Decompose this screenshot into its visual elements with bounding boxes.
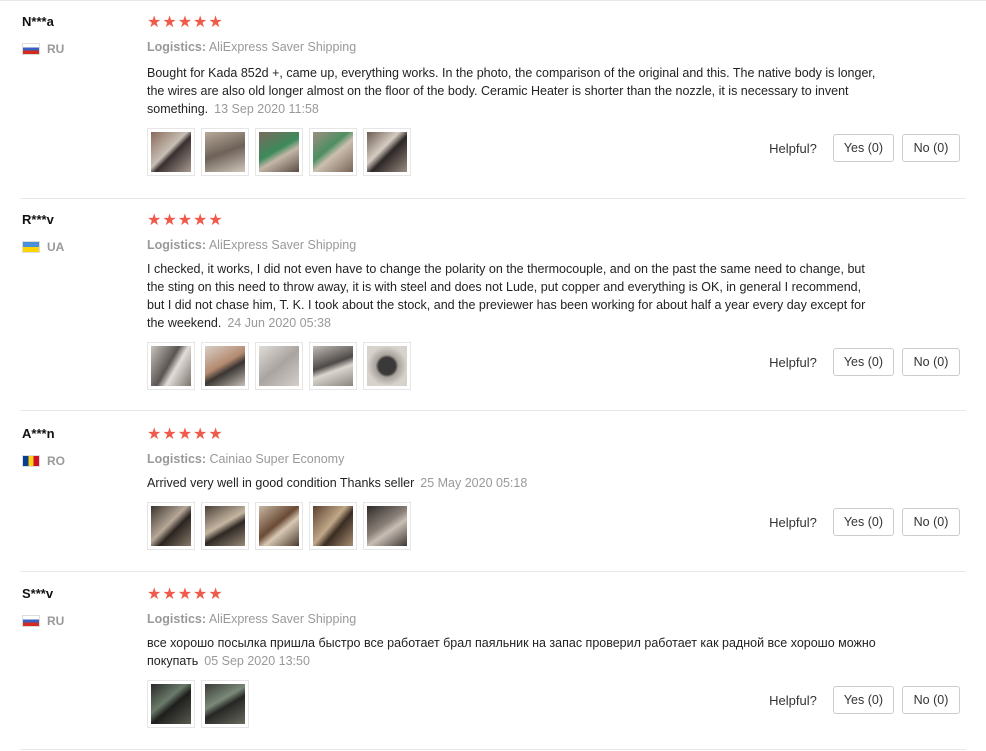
helpful-label: Helpful? xyxy=(769,354,817,370)
helpful-no-button[interactable]: No (0) xyxy=(902,134,960,162)
flag-ru-icon xyxy=(22,43,40,55)
review-item: A***n RO ★★★★★ Logistics: Cainiao Super … xyxy=(0,412,986,572)
logistics-value: AliExpress Saver Shipping xyxy=(208,612,357,626)
review-photo-thumbnail[interactable] xyxy=(255,502,303,550)
review-photo-thumbnail[interactable] xyxy=(201,342,249,390)
review-photo-thumbnail[interactable] xyxy=(363,502,411,550)
reviewer-country: RO xyxy=(22,454,65,468)
review-text: Bought for Kada 852d +, came up, everyth… xyxy=(147,64,877,118)
review-photos xyxy=(147,502,411,550)
flag-ua-icon xyxy=(22,241,40,253)
helpful-label: Helpful? xyxy=(769,514,817,530)
helpful-no-button[interactable]: No (0) xyxy=(902,348,960,376)
helpful-yes-button[interactable]: Yes (0) xyxy=(832,686,894,714)
review-photo-thumbnail[interactable] xyxy=(255,128,303,176)
logistics-info: Logistics: AliExpress Saver Shipping xyxy=(147,40,356,54)
country-code: RO xyxy=(47,454,65,468)
review-photo-thumbnail[interactable] xyxy=(147,680,195,728)
star-rating: ★★★★★ xyxy=(147,586,224,603)
helpful-label: Helpful? xyxy=(769,140,817,156)
review-photo-thumbnail[interactable] xyxy=(309,342,357,390)
review-divider xyxy=(20,749,966,750)
helpful-votes: Helpful? Yes (0) No (0) xyxy=(769,508,960,536)
helpful-yes-button[interactable]: Yes (0) xyxy=(832,348,894,376)
reviewer-name: S***v xyxy=(22,586,54,601)
helpful-yes-button[interactable]: Yes (0) xyxy=(832,134,894,162)
logistics-info: Logistics: Cainiao Super Economy xyxy=(147,452,344,466)
star-rating: ★★★★★ xyxy=(147,14,224,31)
review-photo-thumbnail[interactable] xyxy=(147,342,195,390)
helpful-no-button[interactable]: No (0) xyxy=(902,508,960,536)
logistics-value: AliExpress Saver Shipping xyxy=(208,238,357,252)
reviewer-name: R***v xyxy=(22,212,54,227)
review-body: Arrived very well in good condition Than… xyxy=(147,476,415,490)
reviewer-name: N***a xyxy=(22,14,54,29)
review-photo-thumbnail[interactable] xyxy=(363,342,411,390)
review-item: N***a RU ★★★★★ Logistics: AliExpress Sav… xyxy=(0,0,986,198)
logistics-label: Logistics: xyxy=(147,40,207,54)
review-photo-thumbnail[interactable] xyxy=(147,128,195,176)
helpful-votes: Helpful? Yes (0) No (0) xyxy=(769,134,960,162)
helpful-label: Helpful? xyxy=(769,692,817,708)
review-date: 05 Sep 2020 13:50 xyxy=(204,654,310,668)
review-photo-thumbnail[interactable] xyxy=(309,502,357,550)
country-code: RU xyxy=(47,614,65,628)
flag-ro-icon xyxy=(22,455,40,467)
review-photo-thumbnail[interactable] xyxy=(363,128,411,176)
logistics-label: Logistics: xyxy=(147,452,207,466)
logistics-info: Logistics: AliExpress Saver Shipping xyxy=(147,238,356,252)
helpful-votes: Helpful? Yes (0) No (0) xyxy=(769,686,960,714)
review-item: S***v RU ★★★★★ Logistics: AliExpress Sav… xyxy=(0,572,986,750)
review-photo-thumbnail[interactable] xyxy=(309,128,357,176)
helpful-votes: Helpful? Yes (0) No (0) xyxy=(769,348,960,376)
reviewer-country: UA xyxy=(22,240,64,254)
logistics-value: AliExpress Saver Shipping xyxy=(208,40,357,54)
flag-ru-icon xyxy=(22,615,40,627)
reviewer-country: RU xyxy=(22,42,64,56)
review-photos xyxy=(147,128,411,176)
star-rating: ★★★★★ xyxy=(147,426,224,443)
country-code: UA xyxy=(47,240,65,254)
reviewer-name: A***n xyxy=(22,426,55,441)
reviewer-country: RU xyxy=(22,614,64,628)
star-rating: ★★★★★ xyxy=(147,212,224,229)
review-photo-thumbnail[interactable] xyxy=(201,502,249,550)
review-photo-thumbnail[interactable] xyxy=(147,502,195,550)
review-date: 24 Jun 2020 05:38 xyxy=(227,316,331,330)
review-text: I checked, it works, I did not even have… xyxy=(147,260,877,332)
logistics-info: Logistics: AliExpress Saver Shipping xyxy=(147,612,356,626)
country-code: RU xyxy=(47,42,65,56)
review-text: Arrived very well in good condition Than… xyxy=(147,474,877,492)
logistics-label: Logistics: xyxy=(147,612,207,626)
review-photos xyxy=(147,680,249,728)
review-date: 25 May 2020 05:18 xyxy=(420,476,528,490)
logistics-value: Cainiao Super Economy xyxy=(209,452,345,466)
helpful-no-button[interactable]: No (0) xyxy=(902,686,960,714)
review-date: 13 Sep 2020 11:58 xyxy=(214,102,319,116)
review-text: все хорошо посылка пришла быстро все раб… xyxy=(147,634,877,670)
review-photo-thumbnail[interactable] xyxy=(201,680,249,728)
review-item: R***v UA ★★★★★ Logistics: AliExpress Sav… xyxy=(0,198,986,410)
review-photo-thumbnail[interactable] xyxy=(201,128,249,176)
review-divider xyxy=(20,410,966,411)
helpful-yes-button[interactable]: Yes (0) xyxy=(832,508,894,536)
review-photos xyxy=(147,342,411,390)
review-photo-thumbnail[interactable] xyxy=(255,342,303,390)
logistics-label: Logistics: xyxy=(147,238,207,252)
